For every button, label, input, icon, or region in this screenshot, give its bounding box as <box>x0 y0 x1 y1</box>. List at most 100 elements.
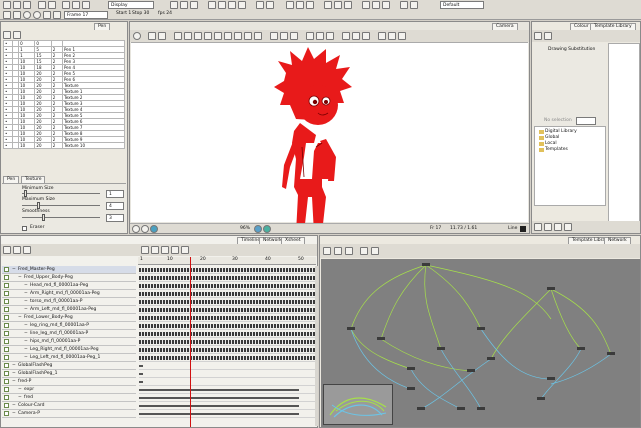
copy-icon[interactable] <box>72 1 80 9</box>
light-table-icon[interactable] <box>410 1 418 9</box>
camera-dropper-icon[interactable] <box>254 32 262 40</box>
camera-ellipse-icon[interactable] <box>224 32 232 40</box>
camera-select-icon[interactable] <box>148 32 156 40</box>
layer-visible-checkbox[interactable] <box>4 331 9 336</box>
timeline-layer-row[interactable]: − GlobalFlashPeg_1 <box>2 370 136 378</box>
tl-motion-icon[interactable] <box>161 246 169 254</box>
camera-cutter-icon[interactable] <box>326 32 334 40</box>
keyframe-strip[interactable] <box>139 292 315 296</box>
camera-zoom-icon[interactable] <box>280 32 288 40</box>
timeline-layer-row[interactable]: − Leg_Right_md_fl_00001aa-Peg <box>2 346 136 354</box>
keyframe-strip[interactable] <box>139 308 315 312</box>
smoothness-value[interactable]: 3 <box>106 214 124 222</box>
layer-frames[interactable] <box>139 330 317 338</box>
timeline-layer-row[interactable]: − Fred_Upper_Body-Peg <box>2 274 136 282</box>
tab-camera[interactable]: Camera <box>492 23 518 30</box>
line-color-swatch[interactable] <box>520 226 526 232</box>
net-zoom-out-icon[interactable] <box>334 247 342 255</box>
library-bottom-icon-3[interactable] <box>554 223 562 231</box>
layer-visible-checkbox[interactable] <box>4 323 9 328</box>
layer-visible-checkbox[interactable] <box>4 355 9 360</box>
loop-icon[interactable] <box>53 11 61 19</box>
tab-network-2[interactable]: Network <box>604 237 631 244</box>
max-size-value[interactable]: 4 <box>106 202 124 210</box>
camera-morph-icon[interactable] <box>316 32 324 40</box>
layer-frames[interactable] <box>139 410 317 418</box>
cut-icon[interactable] <box>62 1 70 9</box>
exposure-bar[interactable] <box>139 365 143 367</box>
library-icon-1[interactable] <box>534 32 542 40</box>
exposure-bar[interactable] <box>139 397 299 399</box>
keyframe-strip[interactable] <box>139 284 315 288</box>
max-size-slider[interactable] <box>22 205 100 206</box>
library-icon-2[interactable] <box>544 32 552 40</box>
expand-icon[interactable]: − <box>24 322 28 329</box>
zoom-tool-icon[interactable] <box>296 1 304 9</box>
play-icon[interactable] <box>33 11 41 19</box>
stop-icon[interactable] <box>23 11 31 19</box>
expand-icon[interactable]: − <box>24 346 28 353</box>
keyframe-strip[interactable] <box>139 348 315 352</box>
expand-icon[interactable]: − <box>12 266 16 273</box>
onion-icon[interactable] <box>263 225 271 233</box>
keyframe-strip[interactable] <box>139 300 315 304</box>
expand-icon[interactable]: − <box>18 274 22 281</box>
layer-visible-checkbox[interactable] <box>4 339 9 344</box>
smoothness-slider[interactable] <box>22 217 100 218</box>
camera-flip-v-icon[interactable] <box>388 32 396 40</box>
timeline-layer-row[interactable]: − torso_md_fl_00001aa-P <box>2 298 136 306</box>
tl-keyframe-icon[interactable] <box>141 246 149 254</box>
layer-visible-checkbox[interactable] <box>4 347 9 352</box>
keyframe-strip[interactable] <box>139 332 315 336</box>
timeline-layer-row[interactable]: − Arm_Left_md_fl_00001aa-Peg <box>2 306 136 314</box>
pen-row[interactable]: • 10 20 2 Texture 10 <box>3 142 125 149</box>
camera-pencil-icon[interactable] <box>184 32 192 40</box>
tab-xsheet[interactable]: Xsheet <box>281 237 305 244</box>
timeline-layer-row[interactable]: − hips_md_fl_00001aa-P <box>2 338 136 346</box>
net-zoom-in-icon[interactable] <box>323 247 331 255</box>
layer-visible-checkbox[interactable] <box>4 411 9 416</box>
timeline-layer-row[interactable]: − GlobalFlashPeg <box>2 362 136 370</box>
select-tool-icon[interactable] <box>170 1 178 9</box>
keyframe-strip[interactable] <box>139 316 315 320</box>
expand-icon[interactable]: − <box>12 362 16 369</box>
layer-frames[interactable] <box>139 386 317 394</box>
layer-visible-checkbox[interactable] <box>4 379 9 384</box>
camera-reset-icon[interactable] <box>132 225 140 233</box>
camera-text-icon[interactable] <box>244 32 252 40</box>
expand-icon[interactable]: − <box>24 290 28 297</box>
layer-visible-checkbox[interactable] <box>4 387 9 392</box>
open-icon[interactable] <box>13 1 21 9</box>
timeline-layer-row[interactable]: − Head_md_fl_00001aa-Peg <box>2 282 136 290</box>
expand-icon[interactable]: − <box>24 330 28 337</box>
network-navigator[interactable] <box>323 384 393 425</box>
timeline-layer-row[interactable]: − Fred_Lower_Body-Peg <box>2 314 136 322</box>
mask-icon[interactable] <box>254 225 262 233</box>
hand-tool-icon[interactable] <box>286 1 294 9</box>
library-bottom-icon-4[interactable] <box>564 223 572 231</box>
layer-visible-checkbox[interactable] <box>4 315 9 320</box>
onion-skin-icon[interactable] <box>400 1 408 9</box>
timeline-layer-row[interactable]: − Colour-Card <box>2 402 136 410</box>
layer-visible-checkbox[interactable] <box>4 403 9 408</box>
keyframe-strip[interactable] <box>139 340 315 344</box>
min-size-slider[interactable] <box>22 193 100 194</box>
save-icon[interactable] <box>23 1 31 9</box>
stroke-tool-icon[interactable] <box>382 1 390 9</box>
display-select[interactable]: Display <box>108 1 154 9</box>
smoothness-thumb[interactable] <box>42 214 45 221</box>
expand-icon[interactable]: − <box>24 306 28 313</box>
timeline-layer-row[interactable]: − expr <box>2 386 136 394</box>
tl-delete-layer-icon[interactable] <box>13 246 21 254</box>
library-bottom-icon-2[interactable] <box>544 223 552 231</box>
tl-peg-icon[interactable] <box>23 246 31 254</box>
library-bottom-icon-1[interactable] <box>534 223 542 231</box>
rotate-tool-icon[interactable] <box>306 1 314 9</box>
expand-icon[interactable]: − <box>12 402 16 409</box>
layer-visible-checkbox[interactable] <box>4 363 9 368</box>
layer-visible-checkbox[interactable] <box>4 267 9 272</box>
camera-rect-icon[interactable] <box>214 32 222 40</box>
expand-icon[interactable]: − <box>12 410 16 417</box>
keyframe-strip[interactable] <box>139 276 315 280</box>
layer-visible-checkbox[interactable] <box>4 275 9 280</box>
